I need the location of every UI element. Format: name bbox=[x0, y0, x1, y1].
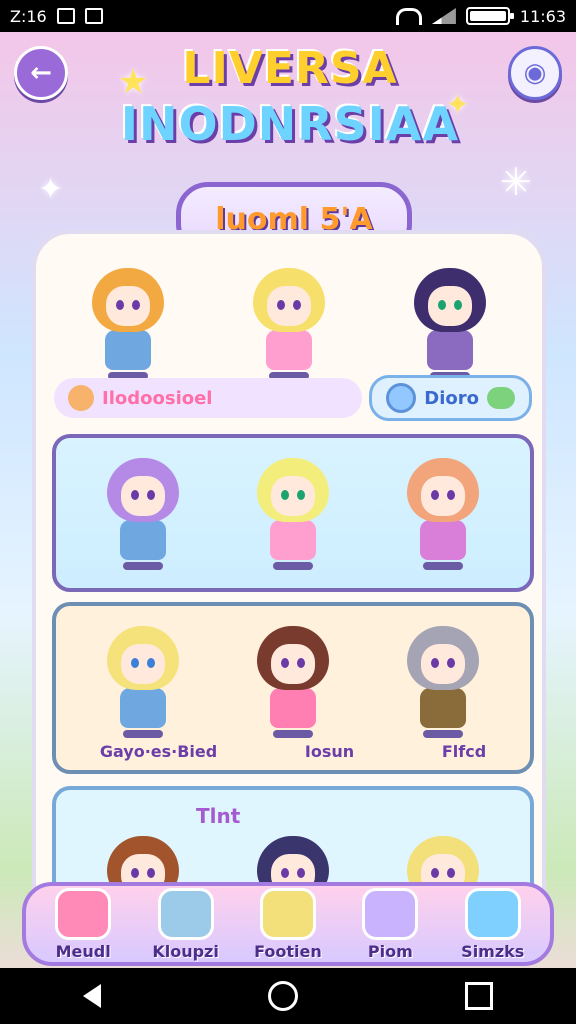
back-icon[interactable] bbox=[83, 984, 102, 1008]
recents-icon[interactable] bbox=[464, 982, 493, 1010]
section-bar: Ilodoosioel Dioro bbox=[54, 375, 532, 421]
rocket-icon bbox=[362, 887, 419, 940]
profile-button[interactable]: ◉ bbox=[508, 46, 562, 100]
cat-avatar-icon bbox=[68, 385, 94, 411]
sparkle-icon: ✦ bbox=[446, 88, 470, 121]
status-time: 11:63 bbox=[519, 6, 566, 26]
character-card[interactable] bbox=[88, 458, 198, 578]
nav-item-kloupzi[interactable]: Kloupzi bbox=[140, 887, 232, 961]
nav-item-meudl[interactable]: Meudl bbox=[37, 887, 129, 961]
character-avatar-icon bbox=[157, 887, 214, 940]
nav-item-footien[interactable]: Footien bbox=[242, 887, 334, 961]
nav-label: Simzks bbox=[461, 941, 525, 961]
character-card[interactable] bbox=[234, 268, 344, 388]
category-label: Ilodoosioel bbox=[102, 387, 213, 409]
wifi-icon bbox=[395, 7, 422, 25]
card-icon bbox=[464, 887, 521, 940]
game-logo: LIVERSA INODNRSIAA bbox=[110, 42, 470, 152]
status-bar: Z:16 11:63 bbox=[0, 0, 576, 32]
character-card[interactable] bbox=[395, 268, 505, 388]
nav-label: Kloupzi bbox=[152, 941, 219, 961]
card-title: Tlnt bbox=[196, 804, 241, 828]
character-card[interactable] bbox=[238, 626, 348, 746]
home-icon[interactable] bbox=[267, 981, 298, 1011]
character-row bbox=[56, 606, 530, 746]
logo-line-2: INODNRSIAA bbox=[120, 97, 460, 151]
nav-item-piom[interactable]: Piom bbox=[344, 887, 436, 961]
logo-line-1: LIVERSA bbox=[182, 43, 398, 94]
nav-label: Footien bbox=[254, 941, 322, 961]
signal-icon bbox=[431, 8, 456, 24]
character-card[interactable] bbox=[73, 268, 183, 388]
character-row bbox=[36, 248, 542, 388]
character-group-card[interactable] bbox=[52, 434, 534, 592]
snowflake-icon: ✳ bbox=[500, 160, 532, 204]
status-time-left: Z:16 bbox=[10, 6, 47, 26]
nav-item-simzks[interactable]: Simzks bbox=[447, 887, 539, 961]
toggle-icon bbox=[386, 383, 417, 413]
system-nav-bar bbox=[0, 968, 576, 1024]
character-group-card[interactable]: Gayo·es·Bied Iosun Flfcd bbox=[52, 602, 534, 774]
blob-icon bbox=[487, 387, 515, 409]
filter-button[interactable]: Dioro bbox=[369, 375, 532, 421]
character-card[interactable] bbox=[388, 626, 498, 746]
gallery-icon bbox=[84, 8, 103, 24]
nav-label: Piom bbox=[367, 941, 413, 961]
battery-icon bbox=[465, 7, 514, 25]
arrow-left-icon: ← bbox=[30, 58, 52, 88]
character-card[interactable] bbox=[238, 458, 348, 578]
star-icon: ★ bbox=[118, 62, 149, 102]
filter-label: Dioro bbox=[424, 387, 479, 409]
category-pill[interactable]: Ilodoosioel bbox=[54, 378, 362, 418]
character-avatar-icon bbox=[259, 887, 316, 940]
character-card[interactable] bbox=[88, 626, 198, 746]
bottom-nav: Meudl Kloupzi Footien Piom Simzks bbox=[22, 882, 554, 966]
nav-label: Meudl bbox=[55, 941, 111, 961]
character-panel: Ilodoosioel Dioro Gayo·es·Bied Iosun Flf… bbox=[32, 230, 546, 960]
character-avatar-icon bbox=[55, 887, 112, 940]
character-row bbox=[56, 438, 530, 578]
back-button[interactable]: ← bbox=[14, 46, 68, 100]
user-icon: ◉ bbox=[523, 58, 547, 88]
notification-icon bbox=[56, 8, 75, 24]
sparkle-icon: ✦ bbox=[38, 172, 64, 207]
character-card[interactable] bbox=[388, 458, 498, 578]
